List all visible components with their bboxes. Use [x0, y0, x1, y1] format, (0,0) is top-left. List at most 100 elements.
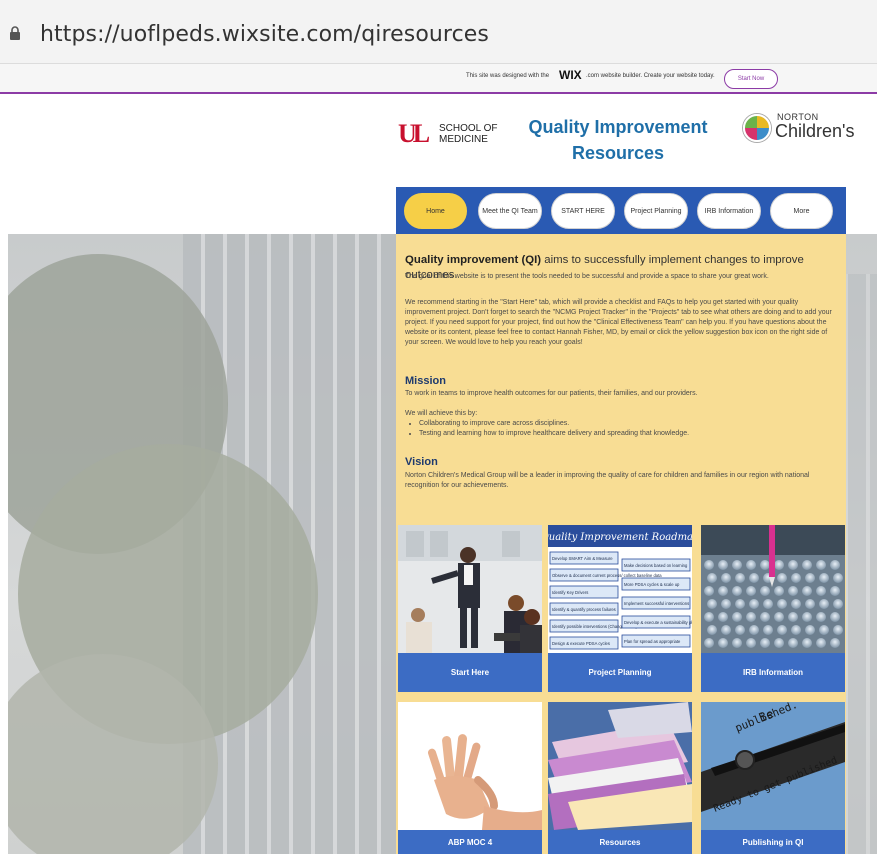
file-folders-illustration	[548, 702, 692, 830]
achieve-list: Collaborating to improve care across dis…	[410, 419, 838, 439]
nav-start-here[interactable]: START HERE	[551, 193, 615, 229]
roadmap-diagram: Quality Improvement Roadmap Develop SMAR…	[548, 525, 692, 653]
roadmap-step-label: Develop SMART Aim & Measure	[552, 556, 613, 561]
well	[760, 586, 770, 596]
norton-big-text: Children's	[775, 121, 855, 141]
well	[721, 599, 731, 609]
well	[718, 560, 728, 570]
well	[760, 560, 770, 570]
card-label: Resources	[548, 830, 692, 854]
well	[746, 638, 756, 648]
school-name: SCHOOL OF MEDICINE	[439, 123, 509, 145]
well	[816, 586, 826, 596]
card-publishing-in-qi[interactable]: Be published. Ready to get published Pub…	[701, 702, 845, 854]
well	[802, 586, 812, 596]
roadmap-step-label: Develop & execute a sustainability plan	[624, 620, 692, 625]
well	[802, 638, 812, 648]
nav-more[interactable]: More	[770, 193, 833, 229]
roadmap-step-label: Plan for spread as appropriate	[624, 639, 681, 644]
card-label: ABP MOC 4	[398, 830, 542, 854]
typewriter-illustration: Be published. Ready to get published	[701, 702, 845, 830]
nav-meet-the-qi-team[interactable]: Meet the QI Team	[478, 193, 542, 229]
main-nav: Home Meet the QI Team START HERE Project…	[396, 187, 846, 234]
roadmap-step-label: More PDSA cycles & scale up	[624, 582, 680, 587]
well	[791, 573, 801, 583]
well	[760, 638, 770, 648]
well	[732, 638, 742, 648]
well	[721, 625, 731, 635]
intro-lead-bold: Quality improvement (QI)	[405, 254, 542, 266]
nav-irb-information[interactable]: IRB Information	[697, 193, 761, 229]
start-now-button[interactable]: Start Now	[724, 69, 778, 89]
uofl-school-of-medicine-logo[interactable]: UL SCHOOL OF MEDICINE	[398, 119, 508, 149]
well	[760, 612, 770, 622]
well	[805, 599, 815, 609]
well	[763, 599, 773, 609]
lab-samples-illustration	[701, 525, 845, 653]
browser-address-bar[interactable]: https://uoflpeds.wixsite.com/qiresources	[0, 0, 877, 64]
well	[819, 573, 829, 583]
norton-childrens-logo[interactable]: NORTON Children's	[743, 112, 877, 152]
nav-home[interactable]: Home	[404, 193, 467, 229]
site-title-line-2: Resources	[571, 143, 665, 163]
well	[830, 586, 840, 596]
well	[746, 560, 756, 570]
card-label: Start Here	[398, 653, 542, 692]
well	[816, 560, 826, 570]
well	[805, 625, 815, 635]
mission-paragraph: To work in teams to improve health outco…	[405, 390, 698, 397]
achieve-item: Testing and learning how to improve heal…	[419, 429, 838, 439]
card-project-planning[interactable]: Quality Improvement Roadmap Develop SMAR…	[548, 525, 692, 692]
nav-project-planning[interactable]: Project Planning	[624, 193, 688, 229]
well	[802, 612, 812, 622]
qi-roadmap-image: Quality Improvement Roadmap Develop SMAR…	[548, 525, 692, 653]
card-label: Project Planning	[548, 653, 692, 692]
vision-heading: Vision	[405, 456, 438, 468]
well	[707, 599, 717, 609]
roadmap-step-label: Implement successful interventions	[624, 601, 689, 606]
well	[777, 573, 787, 583]
meeting-photo	[398, 525, 542, 653]
content-panel: Quality improvement (QI) aims to success…	[396, 234, 846, 854]
wix-banner-text-rest: .com website builder. Create your websit…	[586, 73, 715, 79]
ul-logo-mark: UL	[398, 119, 430, 148]
well	[746, 612, 756, 622]
school-line-1: SCHOOL OF	[439, 123, 498, 134]
well	[749, 599, 759, 609]
well	[777, 599, 787, 609]
four-fingers-photo	[398, 702, 542, 830]
page-left-margin	[0, 0, 8, 854]
card-irb-information[interactable]: IRB Information	[701, 525, 845, 692]
hand-four-fingers-illustration	[398, 702, 542, 830]
lock-icon	[10, 26, 20, 40]
well	[735, 599, 745, 609]
well	[732, 560, 742, 570]
well	[833, 573, 843, 583]
well	[718, 612, 728, 622]
well	[819, 625, 829, 635]
well	[802, 560, 812, 570]
file-folders-photo	[548, 702, 692, 830]
lab-samples-photo	[701, 525, 845, 653]
wix-banner: This site was designed with the WIX .com…	[0, 64, 877, 94]
roadmap-step-label: Identify & quantify process failures	[552, 607, 616, 612]
card-resources[interactable]: Resources	[548, 702, 692, 854]
well	[788, 560, 798, 570]
well	[704, 638, 714, 648]
well	[788, 586, 798, 596]
card-abp-moc-4[interactable]: ABP MOC 4	[398, 702, 542, 854]
well	[704, 560, 714, 570]
url-text[interactable]: https://uoflpeds.wixsite.com/qiresources	[40, 22, 489, 47]
well	[749, 573, 759, 583]
well	[833, 599, 843, 609]
well	[819, 599, 829, 609]
achieve-item: Collaborating to improve care across dis…	[419, 419, 838, 429]
well	[774, 638, 784, 648]
well	[833, 625, 843, 635]
roadmap-step-label: Identify Key Drivers	[552, 590, 588, 595]
card-start-here[interactable]: Start Here	[398, 525, 542, 692]
well	[718, 638, 728, 648]
well	[707, 573, 717, 583]
well	[749, 625, 759, 635]
card-label: IRB Information	[701, 653, 845, 692]
